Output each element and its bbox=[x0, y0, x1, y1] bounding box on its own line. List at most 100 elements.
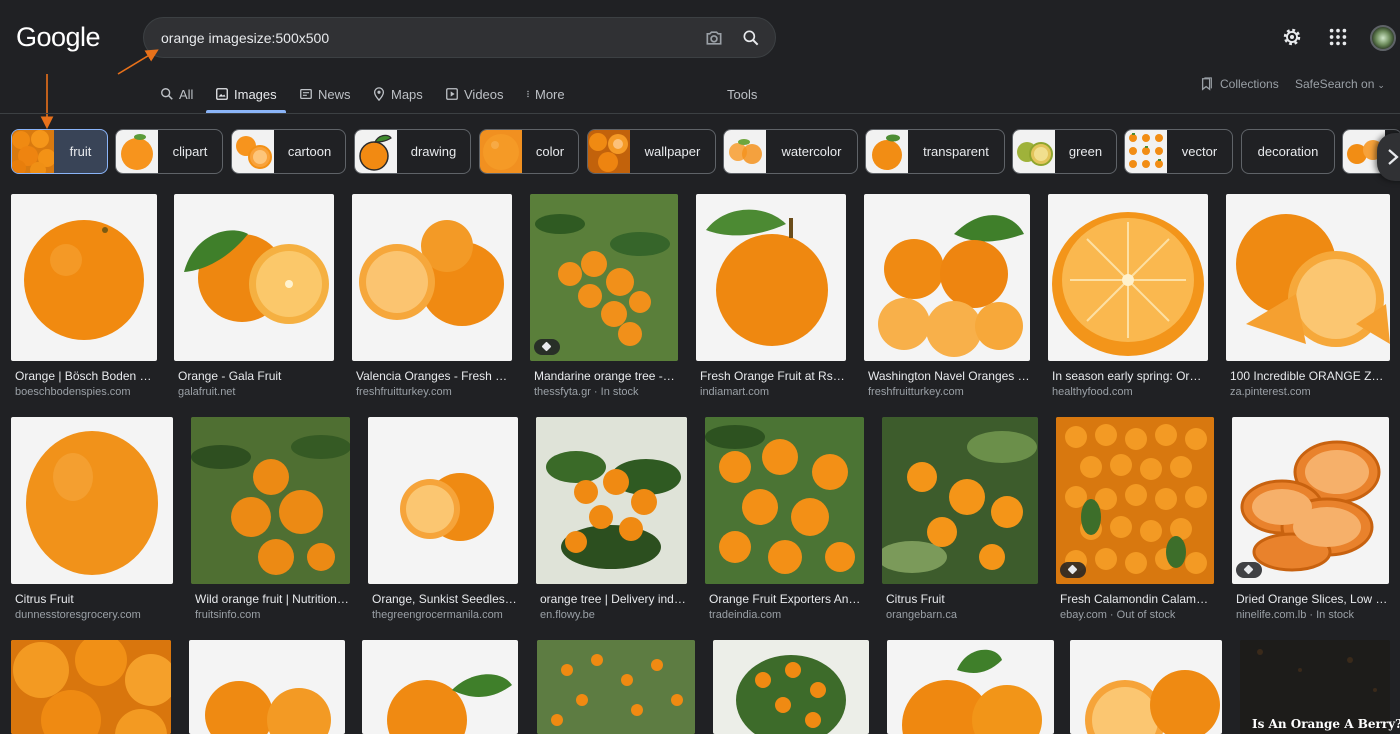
chip-fruit[interactable]: fruit bbox=[11, 129, 108, 174]
result-title[interactable]: Orange, Sunkist Seedless |... bbox=[372, 592, 518, 606]
result-image[interactable] bbox=[696, 194, 846, 361]
result-card[interactable]: Wild orange fruit | Nutrition ... fruits… bbox=[191, 417, 350, 627]
result-title[interactable]: Dried Orange Slices, Low te... bbox=[1236, 592, 1389, 606]
chip-vector[interactable]: vector bbox=[1124, 129, 1233, 174]
result-source[interactable]: thegreengrocermanila.com bbox=[372, 609, 518, 621]
result-title[interactable]: Fresh Calamondin Calaman... bbox=[1060, 592, 1214, 606]
result-image[interactable] bbox=[11, 417, 173, 584]
chip-decoration[interactable]: decoration bbox=[1241, 129, 1335, 174]
result-card[interactable]: Orange - Gala Fruit galafruit.net bbox=[174, 194, 334, 404]
result-card[interactable]: Citrus Fruit orangebarn.ca bbox=[882, 417, 1038, 627]
search-icon[interactable] bbox=[741, 28, 761, 48]
result-title[interactable]: 100 Incredible ORANGE ZEST... bbox=[1230, 369, 1390, 383]
result-source[interactable]: en.flowy.be bbox=[540, 609, 687, 621]
result-source[interactable]: ebay.com · Out of stock bbox=[1060, 609, 1214, 621]
chip-watercolor[interactable]: watercolor bbox=[723, 129, 858, 174]
avatar[interactable] bbox=[1370, 25, 1396, 51]
result-title[interactable]: In season early spring: Oran... bbox=[1052, 369, 1208, 383]
result-title[interactable]: Orange | Bösch Boden Sp... bbox=[15, 369, 157, 383]
result-source[interactable]: ninelife.com.lb · In stock bbox=[1236, 609, 1389, 621]
chip-clipart[interactable]: clipart bbox=[115, 129, 223, 174]
result-image[interactable] bbox=[352, 194, 512, 361]
result-card[interactable]: Citrus Fruit dunnesstoresgrocery.com bbox=[11, 417, 173, 627]
chip-color[interactable]: color bbox=[479, 129, 579, 174]
chip-transparent[interactable]: transparent bbox=[865, 129, 1005, 174]
result-image[interactable] bbox=[1056, 417, 1214, 584]
result-title[interactable]: Wild orange fruit | Nutrition ... bbox=[195, 592, 350, 606]
chip-green[interactable]: green bbox=[1012, 129, 1117, 174]
result-card[interactable]: Fresh Orange Fruit at Rs 3... indiamart.… bbox=[696, 194, 846, 404]
result-image[interactable] bbox=[887, 640, 1054, 734]
gear-icon[interactable] bbox=[1281, 26, 1303, 48]
chip-label: drawing bbox=[410, 144, 457, 159]
result-image[interactable] bbox=[189, 640, 345, 734]
result-source[interactable]: za.pinterest.com bbox=[1230, 386, 1390, 398]
camera-lens-icon[interactable] bbox=[704, 28, 724, 48]
chip-cartoon[interactable]: cartoon bbox=[231, 129, 346, 174]
result-title[interactable]: Fresh Orange Fruit at Rs 3... bbox=[700, 369, 846, 383]
result-image[interactable] bbox=[1070, 640, 1222, 734]
result-image[interactable] bbox=[174, 194, 334, 361]
result-title[interactable]: Mandarine orange tree - P... bbox=[534, 369, 678, 383]
result-card[interactable]: orange tree | Delivery indo... en.flowy.… bbox=[536, 417, 687, 627]
result-image[interactable] bbox=[536, 417, 687, 584]
result-card[interactable]: Valencia Oranges - Fresh Fr... freshfrui… bbox=[352, 194, 512, 404]
result-source[interactable]: indiamart.com bbox=[700, 386, 846, 398]
result-source[interactable]: dunnesstoresgrocery.com bbox=[15, 609, 173, 621]
result-image[interactable] bbox=[362, 640, 518, 734]
result-image[interactable] bbox=[705, 417, 864, 584]
result-title[interactable]: orange tree | Delivery indo... bbox=[540, 592, 687, 606]
tab-videos-label: Videos bbox=[464, 87, 504, 102]
result-source[interactable]: tradeindia.com bbox=[709, 609, 864, 621]
result-card[interactable]: Orange | Bösch Boden Sp... boeschbodensp… bbox=[11, 194, 157, 404]
chip-thumb-image bbox=[480, 130, 522, 173]
chip-thumb-image bbox=[1125, 130, 1167, 173]
result-title[interactable]: Orange Fruit Exporters And ... bbox=[709, 592, 864, 606]
result-source[interactable]: thessfyta.gr · In stock bbox=[534, 386, 678, 398]
result-title[interactable]: Citrus Fruit bbox=[886, 592, 1038, 606]
chips-next-button[interactable] bbox=[1377, 133, 1400, 181]
result-card[interactable]: Fresh Calamondin Calaman... ebay.com · O… bbox=[1056, 417, 1214, 627]
result-source[interactable]: freshfruitturkey.com bbox=[868, 386, 1030, 398]
result-image[interactable] bbox=[11, 194, 157, 361]
chip-wallpaper[interactable]: wallpaper bbox=[587, 129, 716, 174]
result-title[interactable]: Citrus Fruit bbox=[15, 592, 173, 606]
result-title[interactable]: Valencia Oranges - Fresh Fr... bbox=[356, 369, 512, 383]
result-image[interactable] bbox=[864, 194, 1030, 361]
result-image[interactable] bbox=[368, 417, 518, 584]
google-logo[interactable]: Google bbox=[16, 22, 101, 53]
result-source[interactable]: galafruit.net bbox=[178, 386, 334, 398]
result-card[interactable]: Dried Orange Slices, Low te... ninelife.… bbox=[1232, 417, 1389, 627]
safesearch-toggle[interactable]: SafeSearch on ⌄ bbox=[1295, 77, 1385, 91]
header-divider bbox=[0, 113, 1400, 114]
result-source[interactable]: fruitsinfo.com bbox=[195, 609, 350, 621]
tools-button[interactable]: Tools bbox=[727, 87, 757, 102]
result-source[interactable]: orangebarn.ca bbox=[886, 609, 1038, 621]
result-card[interactable]: In season early spring: Oran... healthyf… bbox=[1048, 194, 1208, 404]
chip-label: watercolor bbox=[781, 144, 842, 159]
result-image[interactable] bbox=[713, 640, 869, 734]
result-image[interactable] bbox=[882, 417, 1038, 584]
result-card[interactable]: Orange Fruit Exporters And ... tradeindi… bbox=[705, 417, 864, 627]
result-card[interactable]: 100 Incredible ORANGE ZEST... za.pintere… bbox=[1226, 194, 1390, 404]
result-image[interactable] bbox=[530, 194, 678, 361]
result-image[interactable] bbox=[1232, 417, 1389, 584]
apps-grid-icon[interactable] bbox=[1327, 26, 1349, 48]
result-source[interactable]: freshfruitturkey.com bbox=[356, 386, 512, 398]
result-source[interactable]: boeschbodenspies.com bbox=[15, 386, 157, 398]
search-bar[interactable]: orange imagesize:500x500 bbox=[143, 17, 776, 58]
result-title[interactable]: Orange - Gala Fruit bbox=[178, 369, 334, 383]
result-card[interactable]: Washington Navel Oranges - ... freshfrui… bbox=[864, 194, 1030, 404]
result-image[interactable] bbox=[11, 640, 171, 734]
result-title[interactable]: Washington Navel Oranges - ... bbox=[868, 369, 1030, 383]
result-image[interactable] bbox=[1226, 194, 1390, 361]
result-image[interactable] bbox=[537, 640, 695, 734]
result-source[interactable]: healthyfood.com bbox=[1052, 386, 1208, 398]
collections-link[interactable]: Collections bbox=[1200, 77, 1279, 91]
chip-drawing[interactable]: drawing bbox=[354, 129, 471, 174]
result-image[interactable] bbox=[191, 417, 350, 584]
result-card[interactable]: Mandarine orange tree - P... thessfyta.g… bbox=[530, 194, 678, 404]
result-card[interactable]: Orange, Sunkist Seedless |... thegreengr… bbox=[368, 417, 518, 627]
result-image[interactable] bbox=[1048, 194, 1208, 361]
search-input[interactable]: orange imagesize:500x500 bbox=[161, 30, 329, 46]
